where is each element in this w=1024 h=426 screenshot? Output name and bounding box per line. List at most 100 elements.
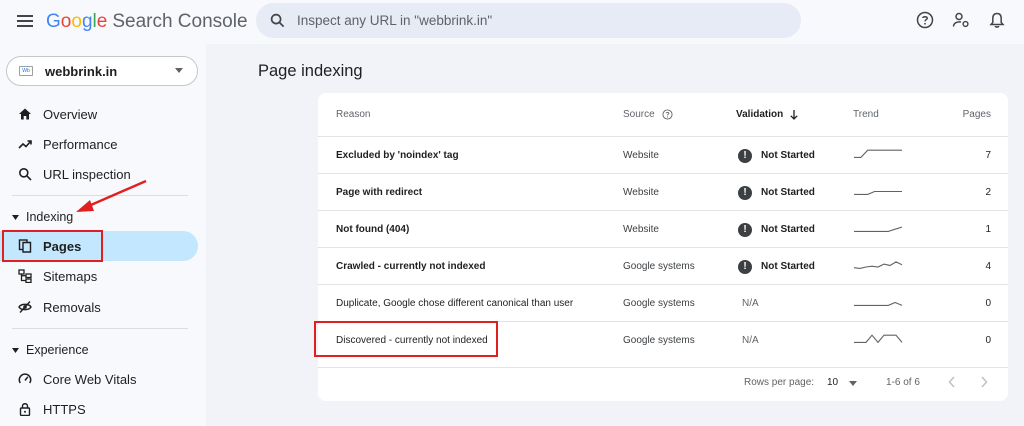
sidebar-item-label: Removals	[43, 299, 101, 315]
column-header-source[interactable]: Source	[623, 109, 673, 120]
sidebar-item-label: Sitemaps	[43, 268, 98, 284]
sparkline-line	[853, 261, 903, 269]
product-name: Search Console	[112, 11, 248, 32]
gauge-icon	[18, 373, 32, 384]
row-source: Website	[623, 187, 659, 198]
search-icon	[19, 168, 32, 181]
header-actions	[916, 11, 1006, 29]
row-source: Google systems	[623, 298, 695, 309]
sidebar-item-overview[interactable]: Overview	[0, 99, 198, 129]
rows-per-page-label: Rows per page:	[744, 377, 815, 388]
caret-down-icon	[12, 347, 19, 353]
row-validation: N/A	[742, 298, 759, 309]
chevron-left-icon[interactable]	[948, 376, 956, 388]
app-logo[interactable]: Google Search Console	[46, 11, 248, 33]
arrow-down-icon	[790, 109, 798, 120]
property-selector[interactable]: Wb webbrink.in	[6, 56, 198, 86]
column-header-reason: Reason	[336, 109, 371, 120]
sidebar-section-experience[interactable]: Experience	[12, 343, 89, 357]
property-name: webbrink.in	[45, 63, 118, 79]
home-icon	[19, 108, 31, 120]
column-header-trend: Trend	[853, 109, 879, 120]
caret-down-icon	[12, 214, 19, 220]
sparkline-line	[854, 149, 902, 158]
row-validation: ! Not Started	[738, 211, 815, 248]
trend-sparkline	[854, 190, 902, 195]
sparkline-line	[854, 226, 903, 232]
trend-sparkline	[854, 226, 903, 232]
logo-letter: g	[81, 11, 93, 32]
help-icon[interactable]	[916, 11, 934, 29]
column-header-pages: Pages	[962, 109, 991, 120]
chevron-down-icon	[175, 68, 183, 73]
annotation-highlight-pages	[2, 230, 103, 262]
rows-per-page-select[interactable]: 10	[827, 377, 838, 388]
trending-up-icon	[18, 140, 32, 149]
account-settings-icon[interactable]	[952, 11, 970, 29]
help-icon[interactable]	[662, 109, 673, 120]
table-row[interactable]: Duplicate, Google chose different canoni…	[318, 284, 1008, 321]
alert-icon: !	[738, 259, 752, 274]
trend-sparkline	[853, 261, 903, 269]
lock-icon	[19, 403, 31, 416]
sidebar-item-label: Overview	[43, 106, 98, 122]
row-source: Google systems	[623, 261, 695, 272]
row-reason[interactable]: Duplicate, Google chose different canoni…	[336, 285, 573, 322]
top-bar: Google Search Console	[0, 0, 1024, 44]
row-pages: 0	[985, 335, 991, 346]
alert-icon: !	[738, 148, 752, 163]
chevron-right-icon[interactable]	[980, 376, 988, 388]
alert-icon: !	[738, 222, 752, 237]
chevron-down-icon[interactable]	[849, 381, 857, 386]
row-pages: 2	[985, 187, 991, 198]
row-validation: N/A	[742, 335, 759, 346]
row-source: Website	[623, 150, 659, 161]
row-pages: 1	[985, 224, 991, 235]
row-validation: ! Not Started	[738, 174, 815, 211]
table-row[interactable]: Crawled - currently not indexed Google s…	[318, 247, 1008, 284]
logo-letter: e	[96, 11, 108, 32]
search-input[interactable]	[297, 13, 777, 28]
row-reason[interactable]: Crawled - currently not indexed	[336, 248, 485, 285]
sidebar-divider	[12, 328, 188, 329]
trend-sparkline	[854, 334, 903, 344]
sidebar-item-label: Core Web Vitals	[43, 371, 137, 387]
menu-icon[interactable]	[16, 12, 34, 30]
url-inspect-search[interactable]	[256, 3, 801, 38]
page-title: Page indexing	[258, 62, 363, 80]
row-source: Google systems	[623, 335, 695, 346]
row-reason[interactable]: Excluded by 'noindex' tag	[336, 137, 459, 174]
sparkline-line	[854, 190, 902, 195]
sidebar-item-sitemaps[interactable]: Sitemaps	[0, 261, 198, 291]
sitemap-icon	[18, 269, 32, 283]
row-reason[interactable]: Not found (404)	[336, 211, 409, 248]
google-wordmark: Google	[46, 11, 107, 32]
row-pages: 4	[985, 261, 991, 272]
sparkline-line	[854, 334, 903, 344]
table-footer: Rows per page: 10 1-6 of 6	[318, 367, 1008, 397]
table-row[interactable]: Page with redirect Website ! Not Started …	[318, 173, 1008, 210]
sidebar-item-label: HTTPS	[43, 401, 86, 417]
row-validation: ! Not Started	[738, 137, 815, 174]
sidebar-item-https[interactable]: HTTPS	[0, 394, 198, 424]
row-reason[interactable]: Page with redirect	[336, 174, 422, 211]
notifications-icon[interactable]	[988, 11, 1006, 29]
column-header-validation[interactable]: Validation	[736, 109, 798, 120]
property-favicon: Wb	[19, 66, 33, 76]
removals-icon	[18, 301, 32, 313]
sidebar-item-removals[interactable]: Removals	[0, 292, 198, 322]
alert-icon: !	[738, 185, 752, 200]
table-row[interactable]: Excluded by 'noindex' tag Website ! Not S…	[318, 136, 1008, 173]
trend-sparkline	[854, 149, 902, 158]
pagination-range: 1-6 of 6	[886, 377, 920, 388]
logo-letter: G	[46, 11, 61, 32]
logo-letter: o	[71, 11, 82, 32]
row-validation: ! Not Started	[738, 248, 815, 285]
sidebar-item-core-web-vitals[interactable]: Core Web Vitals	[0, 364, 198, 394]
table-row[interactable]: Not found (404) Website ! Not Started 1	[318, 210, 1008, 247]
row-pages: 0	[985, 298, 991, 309]
logo-letter: o	[60, 11, 72, 32]
annotation-highlight-discovered	[314, 321, 498, 357]
sidebar-item-label: Performance	[43, 136, 118, 152]
sidebar-item-performance[interactable]: Performance	[0, 129, 198, 159]
